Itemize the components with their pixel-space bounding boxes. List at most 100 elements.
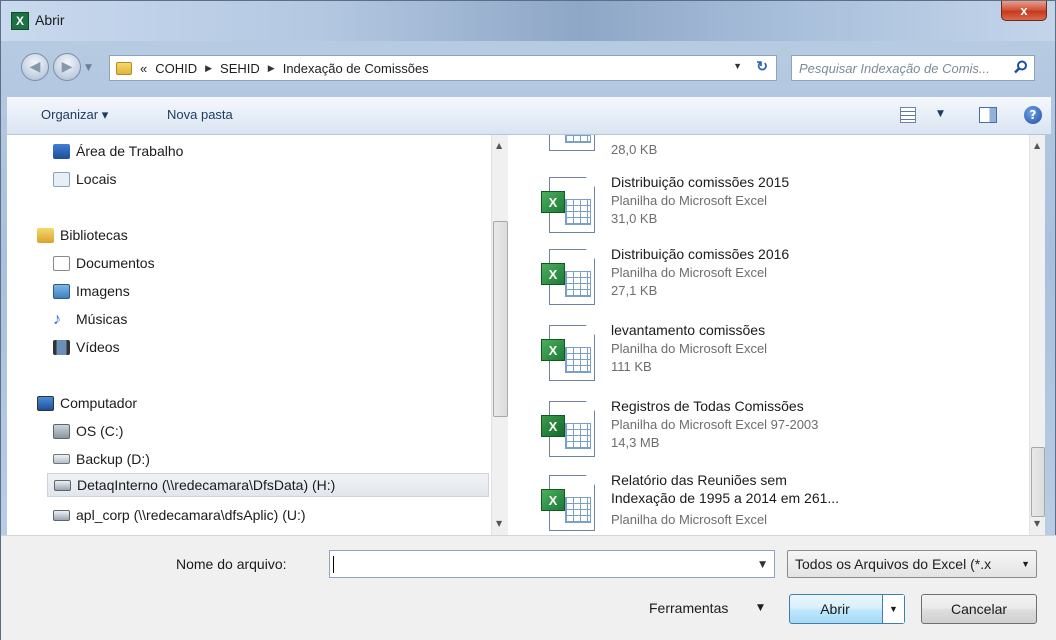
filename-input[interactable]: ▼ [329,550,775,578]
open-button[interactable]: Abrir ▼ [789,594,905,624]
search-input[interactable]: Pesquisar Indexação de Comis... [791,55,1035,81]
help-icon[interactable]: ? [1024,106,1042,124]
search-placeholder: Pesquisar Indexação de Comis... [799,60,990,76]
breadcrumb-separator-icon[interactable]: ▶ [205,63,212,74]
nav-item-drive-h[interactable]: DetaqInterno (\\redecamara\DfsData) (H:) [47,473,489,497]
file-size: 27,1 KB [611,283,658,298]
file-type: Planilha do Microsoft Excel [611,341,768,356]
desktop-icon [53,143,70,159]
search-icon[interactable] [1014,60,1028,74]
nav-item-label: Vídeos [76,339,120,355]
scroll-up-icon[interactable]: ▲ [496,141,502,150]
filetype-value: Todos os Arquivos do Excel (*.x [795,556,992,572]
excel-file-icon: X [541,249,597,305]
scroll-down-icon[interactable]: ▼ [1034,519,1040,528]
file-name: levantamento comissões [611,322,766,338]
network-drive-icon [53,509,70,521]
nav-item-label: Locais [76,171,117,187]
breadcrumb-sehid[interactable]: SEHID [220,61,260,76]
file-item[interactable]: X Distribuição comissões 2016 Planilha d… [535,245,1015,319]
file-name-line2: Indexação de 1995 a 2014 em 261... [611,490,840,506]
file-type: Planilha do Microsoft Excel 97-2003 [611,417,819,432]
recent-locations-dropdown[interactable]: ▼ [85,63,95,73]
computer-icon [37,395,54,411]
breadcrumb-separator-icon[interactable]: ▶ [268,63,275,74]
file-type: Planilha do Microsoft Excel [611,265,768,280]
nav-item-documentos[interactable]: Documentos [53,251,155,275]
back-button[interactable]: ◀ [21,53,49,81]
nav-item-bibliotecas[interactable]: Bibliotecas [37,223,128,247]
nav-item-label: Computador [60,395,138,411]
nav-item-label: DetaqInterno (\\redecamara\DfsData) (H:) [77,477,336,493]
nav-item-drive-u[interactable]: apl_corp (\\redecamara\dfsAplic) (U:) [53,503,306,527]
text-caret [333,556,334,573]
filename-label: Nome do arquivo: [176,556,287,572]
nav-item-label: Documentos [76,255,155,271]
nav-item-drive-c[interactable]: OS (C:) [53,419,123,443]
tools-dropdown-icon[interactable]: ▼ [757,603,764,613]
file-item[interactable]: 28,0 KB [535,135,1015,165]
refresh-icon[interactable]: ↻ [756,58,768,75]
navigation-pane: Área de Trabalho Locais Bibliotecas Docu… [7,135,515,535]
filetype-dropdown-icon[interactable]: ▼ [1021,559,1030,569]
close-button[interactable]: x [1001,1,1047,21]
file-item[interactable]: X Registros de Todas Comissões Planilha … [535,397,1015,471]
view-options-icon[interactable] [900,107,916,123]
scroll-thumb[interactable] [493,221,508,417]
nav-item-videos[interactable]: Vídeos [53,335,120,359]
file-size: 111 KB [611,359,652,374]
nav-item-label: apl_corp (\\redecamara\dfsAplic) (U:) [76,507,306,523]
breadcrumb-cohid[interactable]: COHID [155,61,197,76]
nav-item-imagens[interactable]: Imagens [53,279,130,303]
filetype-select[interactable]: Todos os Arquivos do Excel (*.x ▼ [787,550,1037,578]
file-list-scrollbar[interactable]: ▲ ▼ [1029,135,1045,535]
excel-97-file-icon: X [541,401,597,457]
music-icon: ♪ [53,310,61,328]
file-type: Planilha do Microsoft Excel [611,193,768,208]
nav-item-musicas[interactable]: ♪ Músicas [53,307,127,331]
scroll-up-icon[interactable]: ▲ [1034,141,1040,150]
view-dropdown-icon[interactable]: ▼ [937,109,944,119]
window-title: Abrir [35,12,65,28]
nav-item-locais[interactable]: Locais [53,167,116,191]
tools-menu[interactable]: Ferramentas [649,600,728,616]
cancel-button[interactable]: Cancelar [921,594,1037,624]
file-item[interactable]: X levantamento comissões Planilha do Mic… [535,321,1015,395]
file-size: 31,0 KB [611,211,658,226]
nav-item-desktop[interactable]: Área de Trabalho [53,139,183,163]
preview-pane-icon[interactable] [979,107,997,123]
libraries-icon [37,227,54,243]
filename-dropdown-icon[interactable]: ▼ [759,560,766,570]
title-bar[interactable]: X Abrir x [1,1,1055,41]
documents-icon [53,255,70,271]
scroll-thumb[interactable] [1031,447,1045,517]
excel-file-icon: X [541,177,597,233]
scroll-down-icon[interactable]: ▼ [496,519,502,528]
nav-item-label: Músicas [76,311,128,327]
excel-file-icon: X [541,325,597,381]
drive-icon [53,423,70,439]
breadcrumb-indexacao[interactable]: Indexação de Comissões [283,61,429,76]
address-bar[interactable]: « COHID ▶ SEHID ▶ Indexação de Comissões… [109,55,777,81]
new-folder-button[interactable]: Nova pasta [167,107,233,122]
command-toolbar: Organizar ▾ Nova pasta ▼ ? [7,97,1051,135]
videos-icon [53,339,70,355]
file-item[interactable]: X Relatório das Reuniões sem Indexação d… [535,471,1015,535]
address-dropdown-icon[interactable]: ▼ [733,61,742,71]
excel-app-icon: X [11,12,29,30]
nav-item-drive-d[interactable]: Backup (D:) [53,447,150,471]
nav-item-computador[interactable]: Computador [37,391,137,415]
file-item[interactable]: X Distribuição comissões 2015 Planilha d… [535,173,1015,247]
folder-icon [116,61,132,75]
pictures-icon [53,283,70,299]
breadcrumb-overflow[interactable]: « [140,61,147,76]
file-type: Planilha do Microsoft Excel [611,512,768,527]
forward-button[interactable]: ▶ [53,53,81,81]
file-list-pane: 28,0 KB X Distribuição comissões 2015 Pl… [515,135,1045,535]
organize-menu[interactable]: Organizar ▾ [41,107,108,123]
network-drive-icon [54,479,71,491]
open-options-dropdown-icon[interactable]: ▼ [882,595,904,623]
open-button-label: Abrir [820,601,850,617]
navigation-scrollbar[interactable]: ▲ ▼ [491,135,508,535]
navigation-bar: ◀ ▶ ▼ « COHID ▶ SEHID ▶ Indexação de Com… [1,47,1055,89]
